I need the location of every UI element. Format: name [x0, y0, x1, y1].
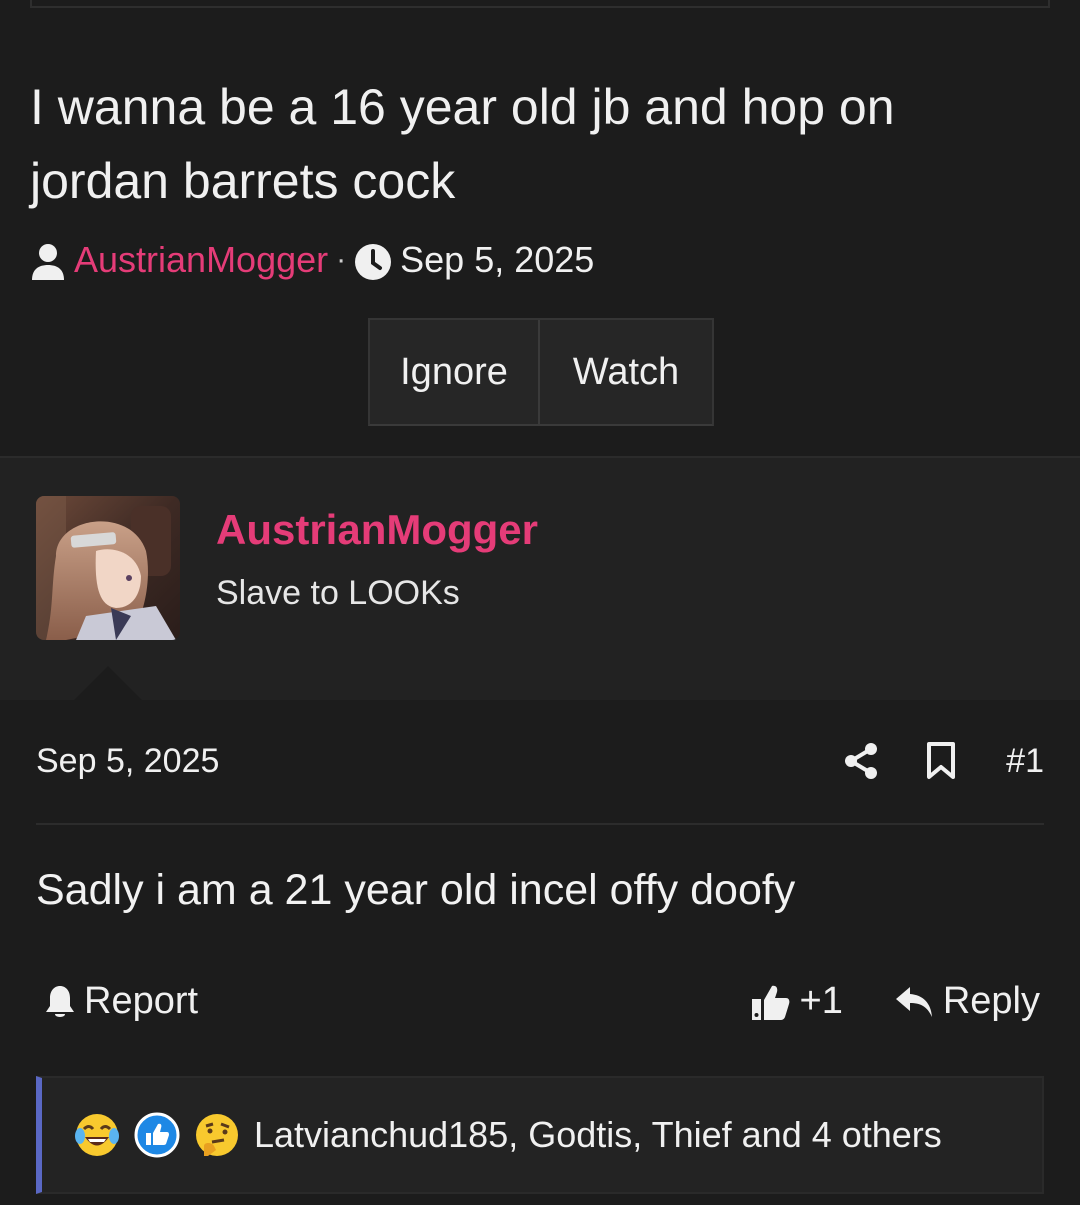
thread-author-link[interactable]: AustrianMogger	[74, 239, 328, 281]
user-icon	[30, 239, 66, 281]
like-button[interactable]: +1	[750, 980, 843, 1023]
reaction-users-list[interactable]: Latvianchud185, Godtis, Thief and 4 othe…	[254, 1114, 942, 1156]
thread-date[interactable]: Sep 5, 2025	[400, 239, 594, 281]
thread-meta: AustrianMogger · Sep 5, 2025	[30, 236, 594, 284]
avatar[interactable]	[36, 496, 180, 640]
thumbs-up-emoji-icon	[134, 1112, 180, 1158]
post-username[interactable]: AustrianMogger	[216, 506, 538, 554]
thinking-emoji-icon	[194, 1112, 240, 1158]
reply-button[interactable]: Reply	[895, 980, 1040, 1023]
post-header-actions: #1	[844, 742, 1044, 781]
like-count: +1	[799, 979, 843, 1022]
thumbs-up-icon	[750, 980, 790, 1023]
post-header: Sep 5, 2025 #1	[36, 738, 1044, 784]
watch-button[interactable]: Watch	[540, 320, 712, 424]
report-label: Report	[84, 979, 199, 1022]
reactions-bar: Latvianchud185, Godtis, Thief and 4 othe…	[36, 1076, 1044, 1194]
post-divider	[36, 823, 1044, 825]
crying-laughing-emoji-icon	[74, 1112, 120, 1158]
message-pointer-arrow	[72, 666, 144, 702]
share-icon[interactable]	[844, 742, 878, 780]
ignore-button[interactable]: Ignore	[370, 320, 540, 424]
reply-label: Reply	[942, 979, 1040, 1022]
post-number-link[interactable]: #1	[1006, 742, 1044, 781]
top-strip-divider	[30, 0, 1050, 8]
bookmark-icon[interactable]	[926, 742, 956, 780]
post-footer-right: +1 Reply	[750, 980, 1040, 1023]
thread-button-group: Ignore Watch	[368, 318, 714, 426]
post-user-section: AustrianMogger Slave to LOOKs	[0, 456, 1080, 700]
post-date[interactable]: Sep 5, 2025	[36, 742, 219, 781]
thread-title: I wanna be a 16 year old jb and hop on j…	[30, 79, 895, 209]
bell-icon	[44, 980, 76, 1023]
clock-icon	[354, 239, 392, 281]
meta-separator: ·	[336, 243, 347, 276]
report-button[interactable]: Report	[44, 980, 198, 1023]
post-body: Sadly i am a 21 year old incel offy doof…	[36, 866, 796, 914]
reply-arrow-icon	[895, 980, 933, 1023]
post-footer: Report +1 Reply	[44, 976, 1040, 1026]
user-title: Slave to LOOKs	[216, 574, 460, 612]
